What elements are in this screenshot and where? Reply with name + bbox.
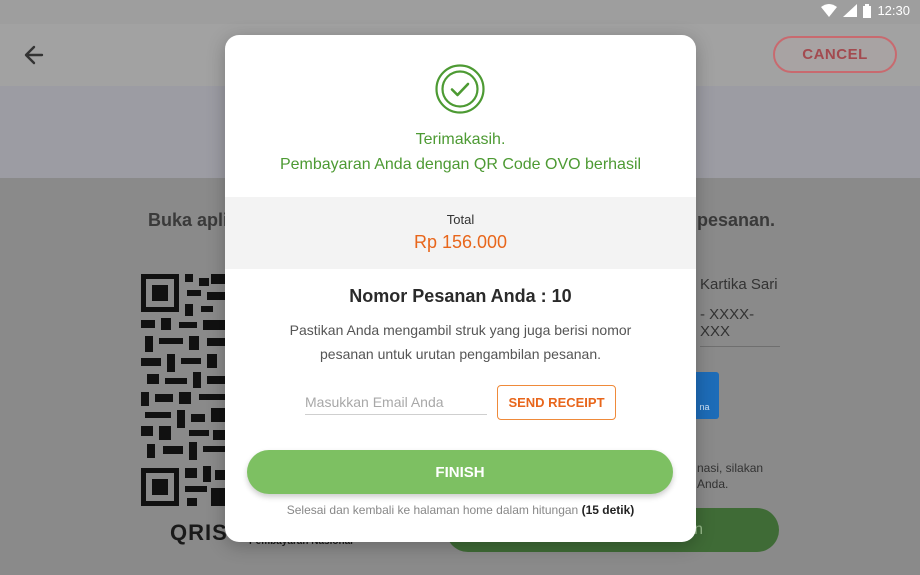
info-text: nasi, silakan Anda.: [697, 461, 764, 491]
order-number: Nomor Pesanan Anda : 10: [349, 286, 572, 306]
qris-logo: QRIS: [170, 520, 228, 545]
order-description: Pastikan Anda mengambil struk yang juga …: [289, 322, 632, 362]
qr-code: [141, 274, 225, 506]
payment-success-dialog: Terimakasih. Pembayaran Anda dengan QR C…: [225, 35, 696, 542]
success-message: Terimakasih. Pembayaran Anda dengan QR C…: [225, 127, 696, 177]
instruction-text-left: Buka apli: [148, 210, 229, 230]
countdown-text: Selesai dan kembali ke halaman home dala…: [286, 503, 579, 517]
cancel-button[interactable]: CANCEL: [773, 36, 897, 73]
success-title: Terimakasih.: [415, 131, 506, 148]
check-circle-icon: [435, 64, 485, 114]
countdown-seconds: (15 detik): [581, 503, 635, 517]
status-bar: 12:30: [0, 0, 920, 24]
wifi-icon: [821, 4, 838, 17]
signal-icon: [843, 4, 858, 17]
phone-number: - XXXX-XXX: [700, 306, 780, 347]
instruction-text-right: pesanan.: [697, 210, 776, 230]
send-receipt-button[interactable]: SEND RECEIPT: [497, 385, 616, 420]
arrow-left-icon: [24, 45, 44, 65]
back-button[interactable]: [20, 41, 50, 69]
status-time: 12:30: [877, 3, 910, 18]
email-input[interactable]: [305, 389, 487, 415]
total-section: Total Rp 156.000: [225, 197, 696, 269]
wallet-logo-text: na: [699, 402, 710, 412]
success-subtitle: Pembayaran Anda dengan QR Code OVO berha…: [279, 156, 642, 173]
battery-icon: [863, 3, 872, 18]
status-icons: 12:30: [821, 3, 910, 18]
merchant-name: Kartika Sari: [700, 276, 778, 293]
finish-button[interactable]: FINISH: [247, 450, 673, 494]
total-amount: Rp 156.000: [413, 232, 508, 252]
total-label: Total: [446, 212, 475, 227]
countdown-note: Selesai dan kembali ke halaman home dala…: [225, 503, 696, 517]
